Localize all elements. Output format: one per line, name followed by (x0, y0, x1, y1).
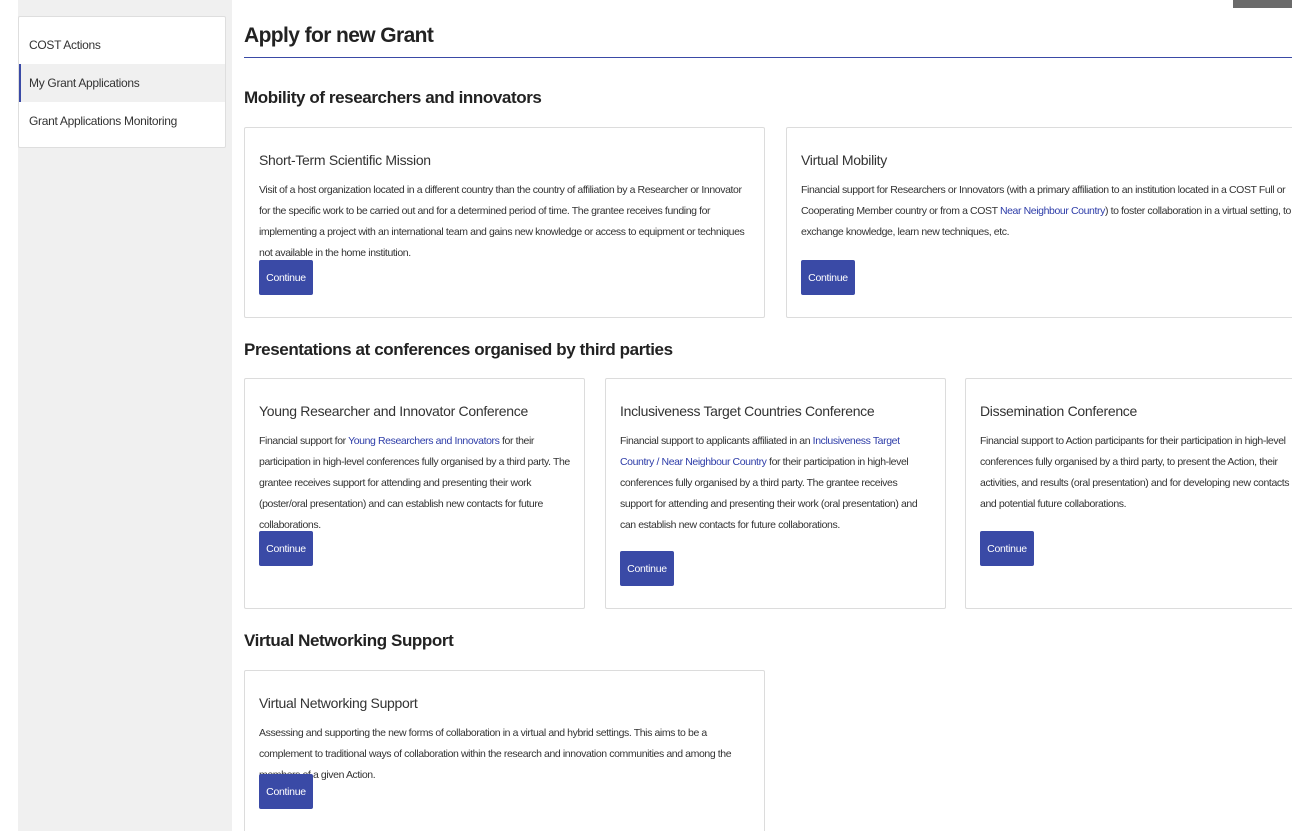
card-title: Young Researcher and Innovator Conferenc… (259, 403, 528, 419)
near-neighbour-country-link[interactable]: Near Neighbour Country (1000, 205, 1105, 217)
continue-button-virtual-mobility[interactable]: Continue (801, 260, 855, 295)
card-title: Short-Term Scientific Mission (259, 152, 431, 168)
card-description: Financial support to Action participants… (980, 431, 1291, 515)
young-researchers-link[interactable]: Young Researchers and Innovators (348, 435, 500, 447)
sidebar-item-cost-actions[interactable]: COST Actions (19, 26, 225, 64)
section-title-presentations: Presentations at conferences organised b… (244, 340, 673, 359)
continue-button-stsm[interactable]: Continue (259, 260, 313, 295)
card-description-text: Financial support to Action participants… (980, 435, 1290, 510)
sidebar-item-grant-applications-monitoring[interactable]: Grant Applications Monitoring (19, 102, 225, 140)
sidebar-item-my-grant-applications[interactable]: My Grant Applications (19, 64, 225, 102)
card-description-text: Financial support for (259, 435, 349, 447)
card-title: Virtual Mobility (801, 152, 887, 168)
card-description: Financial support for Young Researchers … (259, 431, 570, 536)
page-left-margin (0, 0, 18, 831)
card-description-text: Visit of a host organization located in … (259, 184, 745, 259)
continue-button-dissemination[interactable]: Continue (980, 531, 1034, 566)
sidebar-nav: COST Actions My Grant Applications Grant… (18, 16, 226, 148)
title-divider (244, 57, 1292, 58)
section-title-mobility: Mobility of researchers and innovators (244, 88, 542, 107)
card-virtual-networking-support: Virtual Networking Support Assessing and… (244, 670, 765, 831)
card-virtual-mobility: Virtual Mobility Financial support for R… (786, 127, 1292, 318)
card-description-text: Financial support to applicants affiliat… (620, 435, 813, 447)
card-title: Inclusiveness Target Countries Conferenc… (620, 403, 875, 419)
card-description: Assessing and supporting the new forms o… (259, 723, 750, 786)
continue-button-virtual-networking[interactable]: Continue (259, 774, 313, 809)
card-dissemination-conference: Dissemination Conference Financial suppo… (965, 378, 1292, 609)
card-young-researcher-conference: Young Researcher and Innovator Conferenc… (244, 378, 585, 609)
page-title: Apply for new Grant (244, 24, 434, 47)
continue-button-inclusiveness[interactable]: Continue (620, 551, 674, 586)
card-description: Financial support for Researchers or Inn… (801, 180, 1291, 243)
card-short-term-scientific-mission: Short-Term Scientific Mission Visit of a… (244, 127, 765, 318)
card-description: Visit of a host organization located in … (259, 180, 750, 264)
section-title-virtual-networking: Virtual Networking Support (244, 631, 454, 650)
card-title: Virtual Networking Support (259, 695, 418, 711)
card-description: Financial support to applicants affiliat… (620, 431, 931, 536)
main-content: Apply for new Grant Mobility of research… (244, 0, 1292, 831)
card-inclusiveness-target-countries: Inclusiveness Target Countries Conferenc… (605, 378, 946, 609)
continue-button-young-researcher[interactable]: Continue (259, 531, 313, 566)
card-description-text: Assessing and supporting the new forms o… (259, 727, 732, 781)
card-description-text: for their participation in high-level co… (259, 435, 570, 531)
card-title: Dissemination Conference (980, 403, 1137, 419)
